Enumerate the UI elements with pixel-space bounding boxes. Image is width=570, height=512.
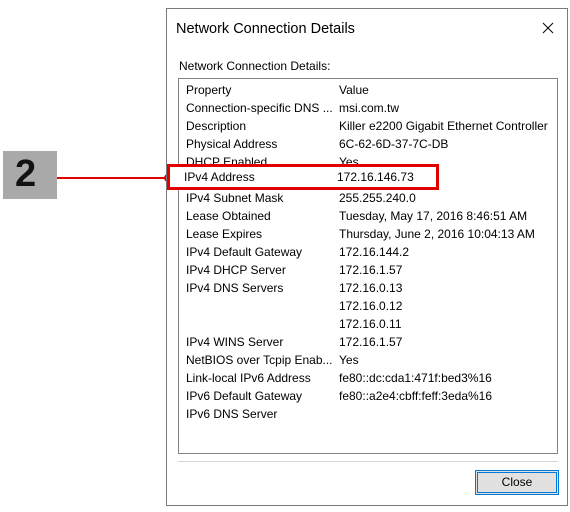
list-row[interactable]: Lease Expires Thursday, June 2, 2016 10:0…	[186, 225, 554, 243]
row-value: Yes	[339, 353, 359, 367]
row-value: 172.16.0.11	[339, 317, 402, 331]
row-value: Killer e2200 Gigabit Ethernet Controller	[339, 119, 548, 133]
callout-line	[57, 177, 168, 179]
list-row[interactable]: Physical Address 6C-62-6D-37-7C-DB	[186, 135, 554, 153]
row-value: 172.16.0.12	[339, 299, 403, 313]
row-property: Physical Address	[186, 137, 278, 151]
row-value: 172.16.146.73	[337, 170, 414, 184]
row-property: IPv4 DNS Servers	[186, 281, 284, 295]
list-row[interactable]: NetBIOS over Tcpip Enab... Yes	[186, 351, 554, 369]
row-value: fe80::dc:cda1:471f:bed3%16	[339, 371, 492, 385]
step-number: 2	[15, 153, 37, 195]
list-row[interactable]: IPv4 Default Gateway 172.16.144.2	[186, 243, 554, 261]
row-value: 172.16.1.57	[339, 263, 403, 277]
row-value: 172.16.0.13	[339, 281, 403, 295]
list-row[interactable]: IPv4 WINS Server 172.16.1.57	[186, 333, 554, 351]
row-property: Connection-specific DNS ...	[186, 101, 333, 115]
row-property: IPv4 Default Gateway	[186, 245, 303, 259]
row-property: NetBIOS over Tcpip Enab...	[186, 353, 333, 367]
close-button[interactable]: Close	[475, 470, 559, 495]
column-header-property[interactable]: Property	[186, 81, 338, 99]
list-row[interactable]: Description Killer e2200 Gigabit Ethernet…	[186, 117, 554, 135]
close-button-label: Close	[501, 475, 533, 489]
row-value: Thursday, June 2, 2016 10:04:13 AM	[339, 227, 535, 241]
divider	[178, 461, 558, 462]
row-property: IPv6 Default Gateway	[186, 389, 303, 403]
row-property: Lease Obtained	[186, 209, 271, 223]
list-row[interactable]: Connection-specific DNS ... msi.com.tw	[186, 99, 554, 117]
row-property: Lease Expires	[186, 227, 263, 241]
highlighted-list-row[interactable]: IPv4 Address 172.16.146.73	[184, 168, 552, 186]
list-row[interactable]: IPv6 DNS Server	[186, 405, 554, 423]
row-property: IPv4 WINS Server	[186, 335, 284, 349]
close-icon[interactable]	[535, 15, 561, 41]
row-value: 172.16.144.2	[339, 245, 410, 259]
row-property: Description	[186, 119, 247, 133]
row-value: msi.com.tw	[339, 101, 399, 115]
row-property: IPv4 Subnet Mask	[186, 191, 284, 205]
row-value: fe80::a2e4:cbff:feff:3eda%16	[339, 389, 493, 403]
list-row[interactable]: IPv4 DHCP Server 172.16.1.57	[186, 261, 554, 279]
row-value: 6C-62-6D-37-7C-DB	[339, 137, 449, 151]
row-value: Tuesday, May 17, 2016 8:46:51 AM	[339, 209, 528, 223]
row-value: 172.16.1.57	[339, 335, 403, 349]
row-property: IPv4 DHCP Server	[186, 263, 286, 277]
list-row[interactable]: IPv4 DNS Servers 172.16.0.13	[186, 279, 554, 297]
details-listview[interactable]: Property Value Connection-specific DNS .…	[178, 78, 558, 454]
ipv4-address-highlight: IPv4 Address 172.16.146.73	[167, 164, 439, 190]
list-row[interactable]: Lease Obtained Tuesday, May 17, 2016 8:46…	[186, 207, 554, 225]
list-row[interactable]: 172.16.0.12	[186, 297, 554, 315]
list-row[interactable]: IPv6 Default Gateway fe80::a2e4:cbff:feff…	[186, 387, 554, 405]
dialog-title: Network Connection Details	[176, 21, 355, 37]
row-property: IPv6 DNS Server	[186, 407, 278, 421]
list-header-row: Property Value	[186, 81, 554, 99]
list-row[interactable]: IPv4 Subnet Mask 255.255.240.0	[186, 189, 554, 207]
row-property: Link-local IPv6 Address	[186, 371, 311, 385]
column-header-value[interactable]: Value	[339, 81, 369, 99]
step-badge: 2	[3, 151, 57, 199]
row-value: 255.255.240.0	[339, 191, 416, 205]
list-row[interactable]: 172.16.0.11	[186, 315, 554, 333]
title-bar[interactable]: Network Connection Details	[167, 9, 567, 47]
list-row[interactable]: Link-local IPv6 Address fe80::dc:cda1:471…	[186, 369, 554, 387]
content-label: Network Connection Details:	[179, 59, 331, 73]
row-property: IPv4 Address	[184, 170, 255, 184]
screenshot-stage: 2 Network Connection Details Network Con…	[0, 0, 570, 512]
network-connection-details-dialog: Network Connection Details Network Conne…	[166, 8, 568, 506]
